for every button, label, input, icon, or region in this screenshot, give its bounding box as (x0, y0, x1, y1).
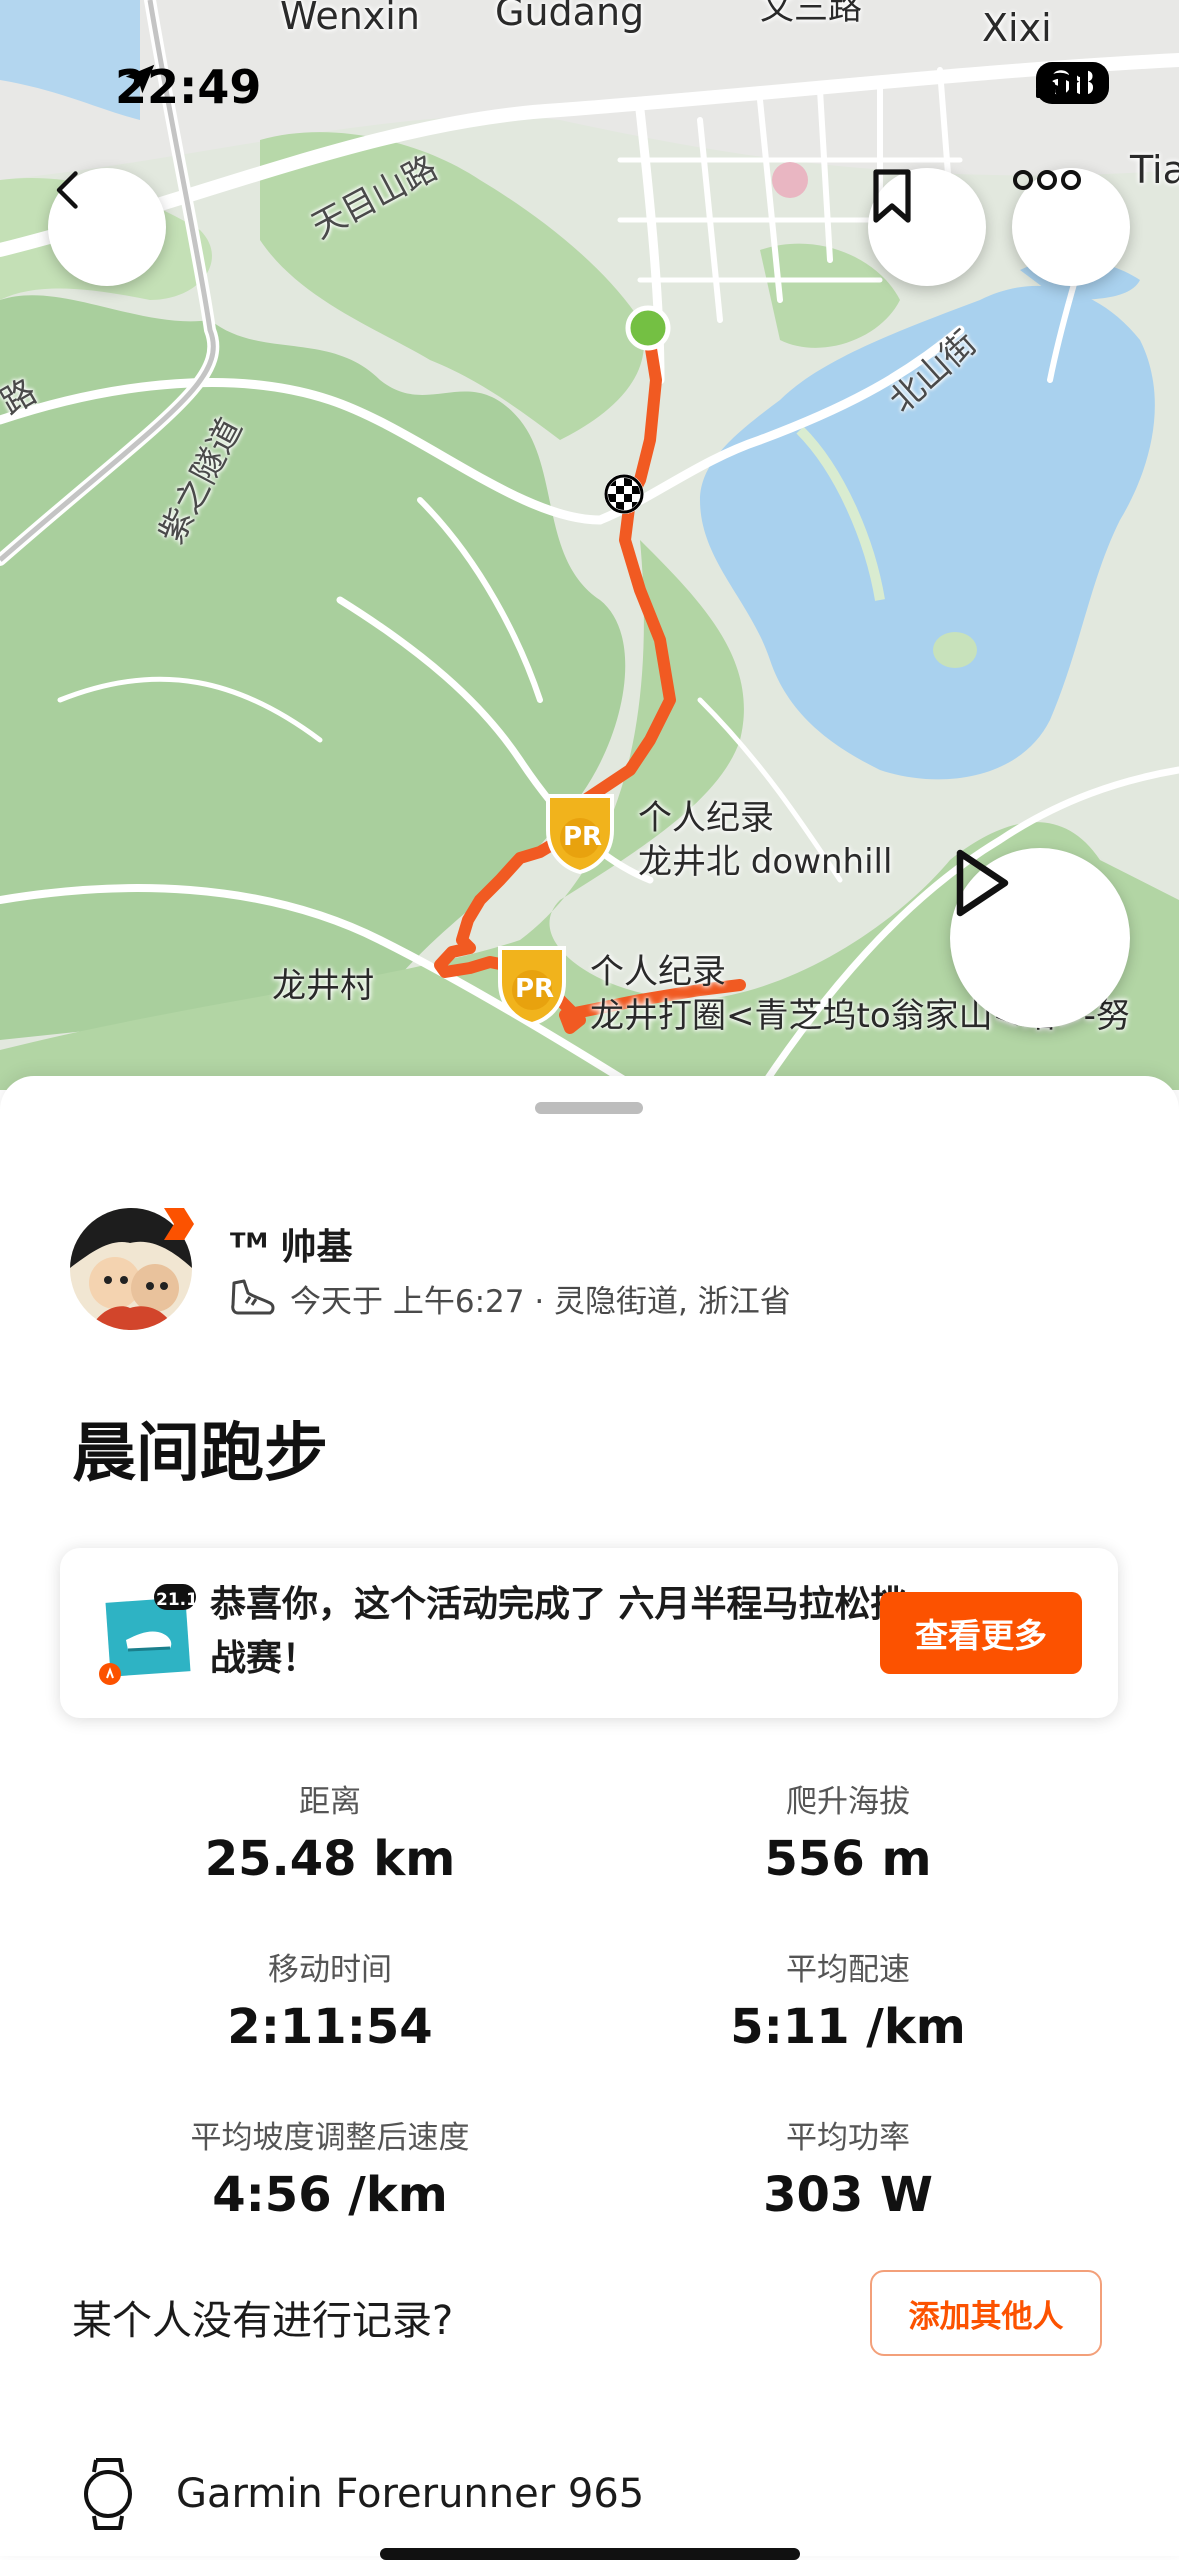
wifi-icon (1037, 62, 1084, 96)
challenge-badge-label: 21.1K (156, 1590, 212, 1610)
stat-elevation-gain: 爬升海拔 556 m (588, 1776, 1108, 1887)
stat-value: 5:11 /km (730, 1999, 966, 2055)
map-label-tia: Tia (1130, 148, 1179, 192)
back-button[interactable] (48, 168, 166, 286)
device-row: Garmin Forerunner 965 (80, 2456, 644, 2532)
map-label-wensan: 文三路 (760, 0, 862, 28)
stat-label: 平均配速 (786, 1952, 910, 1988)
bookmark-icon (873, 169, 911, 223)
activity-sheet: ᵀᴹ 帅基 今天于 上午6:27 · 灵隐街道, 浙江省 晨间跑步 21.1K … (0, 1076, 1179, 2560)
map-label-longjingcun: 龙井村 (272, 966, 374, 1006)
pr1-title: 个人纪录 (638, 798, 774, 838)
location-arrow-icon (125, 64, 155, 94)
home-indicator (380, 2548, 800, 2560)
bookmark-button[interactable] (868, 168, 986, 286)
stat-label: 平均坡度调整后速度 (190, 2120, 470, 2156)
play-icon (956, 849, 1009, 917)
stat-avg-power: 平均功率 303 W (588, 2112, 1108, 2223)
stat-value: 556 m (764, 1831, 932, 1887)
map-label-gudang: Gudang (495, 0, 645, 34)
stat-value: 25.48 km (204, 1831, 456, 1887)
finish-flag-icon (604, 474, 644, 514)
strava-subscriber-badge-icon (164, 1208, 194, 1240)
stat-distance: 距离 25.48 km (70, 1776, 590, 1887)
more-options-button[interactable] (1012, 168, 1130, 286)
activity-meta-text: 今天于 上午6:27 · 灵隐街道, 浙江省 (290, 1284, 791, 1320)
play-flyover-button[interactable] (950, 848, 1130, 1028)
watch-icon (84, 2458, 132, 2530)
stat-value: 2:11:54 (227, 1999, 433, 2055)
stat-value: 4:56 /km (212, 2167, 448, 2223)
route-map[interactable]: PR PR Wenxin Gudang 文三路 Xixi Tia 天目山路 北山… (0, 0, 1179, 1090)
stat-label: 移动时间 (268, 1952, 392, 1988)
device-name: Garmin Forerunner 965 (176, 2471, 645, 2517)
map-label-xixi: Xixi (982, 6, 1052, 50)
run-shoe-icon (231, 1279, 275, 1314)
status-icons: 98 (1036, 62, 1109, 104)
view-more-button[interactable]: 查看更多 (880, 1592, 1082, 1674)
pr2-title: 个人纪录 (590, 952, 726, 992)
add-others-button[interactable]: 添加其他人 (870, 2270, 1102, 2356)
pr-badge-2: PR (515, 974, 555, 1004)
pr-badge-1: PR (563, 822, 603, 852)
stat-gap: 平均坡度调整后速度 4:56 /km (70, 2112, 590, 2223)
stat-moving-time: 移动时间 2:11:54 (70, 1944, 590, 2055)
sheet-grabber[interactable] (535, 1102, 643, 1114)
status-time: 22:49 (115, 60, 261, 114)
challenge-text: 恭喜你，这个活动完成了 六月半程马拉松挑战赛！ (210, 1584, 907, 1679)
stat-value: 303 W (763, 2167, 933, 2223)
athlete-name[interactable]: ᵀᴹ 帅基 (230, 1218, 353, 1270)
stat-label: 平均功率 (786, 2120, 910, 2156)
missing-person-text: 某个人没有进行记录? (72, 2298, 454, 2344)
map-label-wenxin: Wenxin (280, 0, 420, 38)
stat-label: 距离 (299, 1784, 361, 1820)
more-dots-icon (1013, 170, 1081, 190)
pr1-segment[interactable]: 龙井北 downhill (638, 834, 892, 883)
activity-meta-row: 今天于 上午6:27 · 灵隐街道, 浙江省 (228, 1276, 791, 1321)
challenge-card[interactable]: 21.1K 恭喜你，这个活动完成了 六月半程马拉松挑战赛！ 查看更多 (60, 1548, 1118, 1718)
stat-label: 爬升海拔 (786, 1784, 910, 1820)
chevron-left-icon (56, 171, 78, 209)
activity-title: 晨间跑步 (72, 1417, 328, 1491)
stat-avg-pace: 平均配速 5:11 /km (588, 1944, 1108, 2055)
